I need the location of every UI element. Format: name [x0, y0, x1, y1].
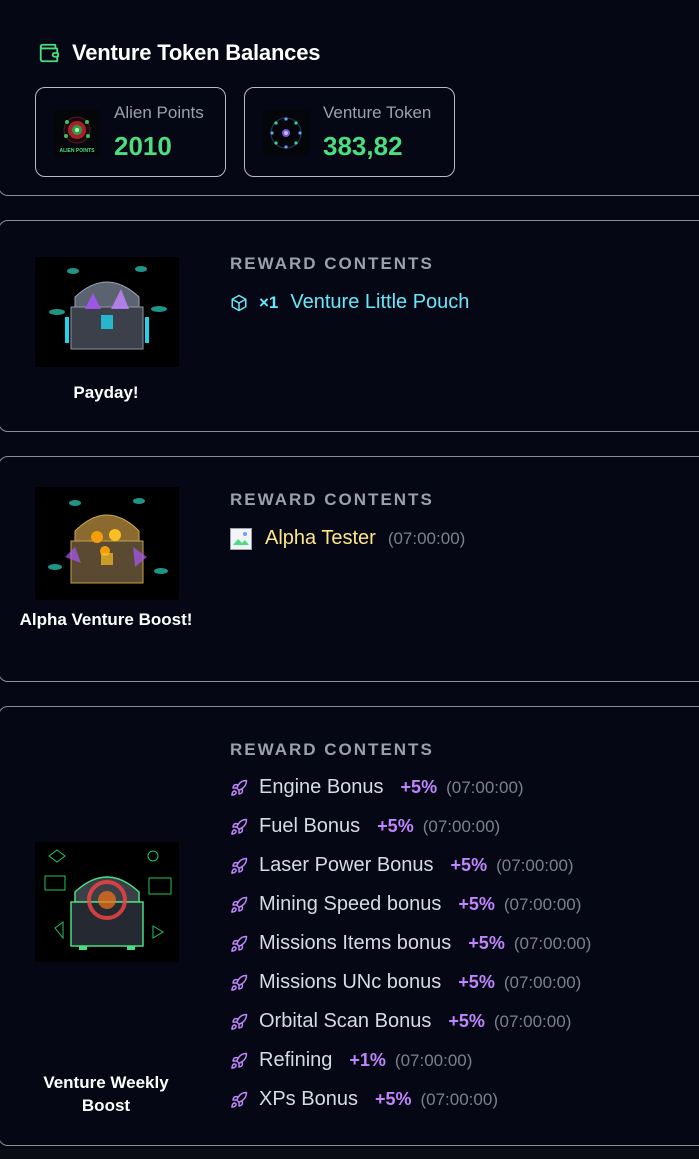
rocket-icon [231, 935, 248, 952]
venture-token-label: Venture Token [323, 103, 432, 122]
reward-item-name: Orbital Scan Bonus [259, 1010, 432, 1032]
broken-image-icon [230, 527, 252, 550]
rocket-icon [231, 857, 248, 874]
reward-item-missions-items-bonus[interactable]: Missions Items bonus +5% (07:00:00) [230, 932, 591, 955]
reward-item-qty: ×1 [259, 292, 279, 312]
reward-item-percent: +5% [448, 1011, 485, 1031]
reward-item-duration: (07:00:00) [503, 972, 582, 992]
reward-item-refining[interactable]: Refining +1% (07:00:00) [230, 1049, 472, 1072]
reward-item-mining-speed-bonus[interactable]: Mining Speed bonus +5% (07:00:00) [230, 893, 581, 916]
reward-item-name: Venture Little Pouch [290, 291, 470, 313]
rocket-icon [231, 896, 248, 913]
reward-item-percent: +5% [458, 894, 495, 914]
reward-item-name: XPs Bonus [259, 1088, 358, 1110]
alien-points-label: Alien Points [114, 103, 204, 122]
chest-image-alpha-venture-boost [35, 487, 179, 600]
reward-item-percent: +5% [374, 1089, 412, 1109]
reward-item-alpha-tester[interactable]: Alpha Tester (07:00:00) [230, 527, 465, 550]
rocket-icon [231, 818, 248, 835]
reward-item-percent: +5% [468, 933, 505, 953]
reward-card-venture-weekly-boost: Venture Weekly Boost [0, 706, 699, 1146]
reward-item-percent: +5% [377, 816, 414, 836]
cube-icon [231, 294, 247, 311]
reward-item-duration: (07:00:00) [496, 855, 574, 875]
alien-points-logo-text: ALIEN POINTS [59, 148, 95, 154]
bottom-strip [0, 1149, 699, 1159]
wallet-icon [39, 43, 60, 63]
rocket-icon [231, 1013, 248, 1030]
balances-header: Venture Token Balances [38, 40, 320, 66]
chest-name-alpha-venture-boost: Alpha Venture Boost! [19, 610, 193, 629]
chest-image-payday [35, 257, 179, 367]
rocket-icon [231, 1091, 248, 1108]
reward-item-duration: (07:00:00) [446, 777, 524, 797]
reward-item-duration: (07:00:00) [493, 1011, 572, 1031]
reward-item-laser-power-bonus[interactable]: Laser Power Bonus +5% (07:00:00) [230, 854, 574, 877]
reward-item-duration: (07:00:00) [503, 894, 582, 914]
alien-points-value: 2010 [114, 131, 172, 161]
reward-contents-title-payday: REWARD CONTENTS [230, 254, 434, 273]
reward-item-duration: (07:00:00) [387, 528, 466, 548]
reward-item-name: Laser Power Bonus [259, 854, 434, 876]
reward-item-orbital-scan-bonus[interactable]: Orbital Scan Bonus +5% (07:00:00) [230, 1010, 571, 1033]
reward-item-missions-unc-bonus[interactable]: Missions UNc bonus +5% (07:00:00) [230, 971, 581, 994]
reward-card-payday: Payday! [0, 220, 699, 432]
reward-item-name: Missions Items bonus [259, 932, 452, 954]
reward-item-percent: +5% [458, 972, 495, 992]
reward-item-engine-bonus[interactable]: Engine Bonus +5% (07:00:00) [230, 776, 524, 799]
reward-item-duration: (07:00:00) [513, 933, 592, 953]
reward-contents-title-weekly: REWARD CONTENTS [230, 740, 434, 759]
rocket-icon [231, 779, 248, 796]
venture-token-icon [263, 110, 309, 156]
reward-item-name: Mining Speed bonus [259, 893, 442, 915]
venture-token-value: 383,82 [323, 131, 403, 161]
reward-item-duration: (07:00:00) [394, 1050, 473, 1070]
chest-name-venture-weekly-boost: Venture Weekly Boost [43, 1073, 169, 1115]
reward-item-name: Fuel Bonus [259, 815, 361, 837]
page-title: Venture Token Balances [72, 40, 321, 65]
reward-item-percent: +1% [349, 1050, 386, 1070]
alien-points-card: ALIEN POINTS Alien Points 2010 [35, 87, 226, 177]
reward-contents-title-alpha: REWARD CONTENTS [230, 490, 434, 509]
reward-item-name: Alpha Tester [265, 527, 376, 549]
reward-item-name: Missions UNc bonus [259, 971, 442, 993]
reward-item-percent: +5% [400, 777, 438, 797]
reward-item-duration: (07:00:00) [422, 816, 501, 836]
reward-item-name: Refining [259, 1049, 333, 1071]
reward-item-name: Engine Bonus [259, 776, 384, 798]
alien-points-icon: ALIEN POINTS [54, 110, 100, 156]
rocket-icon [231, 1052, 248, 1069]
rocket-icon [231, 974, 248, 991]
reward-item-fuel-bonus[interactable]: Fuel Bonus +5% (07:00:00) [230, 815, 500, 838]
chest-image-venture-weekly-boost [35, 842, 179, 962]
reward-item-duration: (07:00:00) [420, 1089, 498, 1109]
reward-item-percent: +5% [450, 855, 488, 875]
reward-item-venture-little-pouch[interactable]: ×1 Venture Little Pouch [230, 291, 469, 314]
venture-token-card: Venture Token 383,82 [244, 87, 455, 177]
reward-item-xps-bonus[interactable]: XPs Bonus +5% (07:00:00) [230, 1088, 498, 1111]
chest-name-payday: Payday! [73, 383, 139, 402]
